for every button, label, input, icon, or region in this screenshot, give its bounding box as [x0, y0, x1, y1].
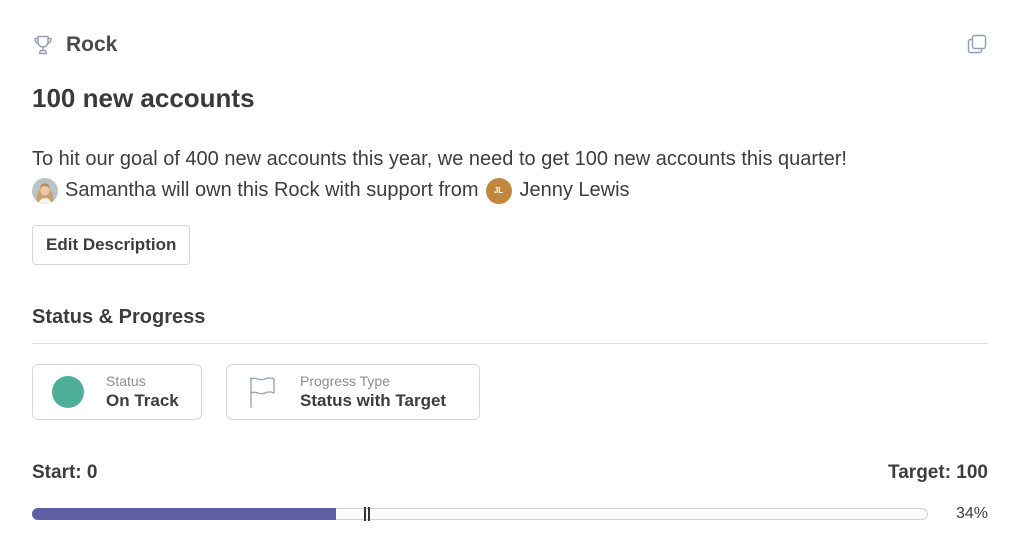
- status-label: Status: [106, 373, 146, 389]
- rock-description: To hit our goal of 400 new accounts this…: [32, 144, 994, 206]
- progress-range: Start: 0 Target: 100: [32, 461, 988, 485]
- status-value: On Track: [106, 391, 179, 410]
- panel-header: Rock: [32, 30, 988, 60]
- section-divider: [32, 343, 988, 344]
- edit-description-button[interactable]: Edit Description: [32, 225, 191, 265]
- flag-icon: [248, 375, 278, 409]
- start-label: Start: 0: [32, 462, 98, 483]
- status-indicator: [52, 376, 84, 408]
- target-label: Target: 100: [888, 462, 988, 483]
- rock-detail-panel: Rock 100 new accounts To hit our goal of…: [0, 0, 1024, 543]
- progress-type-label: Progress Type: [300, 373, 391, 389]
- progress-handle[interactable]: [363, 507, 371, 521]
- description-line-1: To hit our goal of 400 new accounts this…: [32, 148, 847, 170]
- progress-percent: 34%: [955, 505, 988, 522]
- rock-title: 100 new accounts: [32, 83, 255, 113]
- status-card[interactable]: Status On Track: [32, 364, 202, 420]
- item-type-label: Rock: [66, 33, 118, 56]
- description-owner-text: Samantha will own this Rock with support…: [65, 179, 479, 201]
- progress-type-card[interactable]: Progress Type Status with Target: [226, 364, 480, 420]
- progress-fill: [32, 508, 336, 520]
- supporter-name: Jenny Lewis: [519, 179, 630, 201]
- progress-type-value: Status with Target: [300, 391, 447, 410]
- description-line-2: Samantha will own this Rock with support…: [32, 175, 994, 206]
- status-progress-heading: Status & Progress: [32, 306, 206, 328]
- copy-icon[interactable]: [966, 33, 988, 55]
- progress-track[interactable]: [32, 507, 928, 521]
- progress-bar-row: 34%: [32, 504, 988, 526]
- trophy-icon: [32, 34, 54, 56]
- owner-avatar: [32, 177, 58, 204]
- supporter-avatar: JL: [485, 177, 512, 204]
